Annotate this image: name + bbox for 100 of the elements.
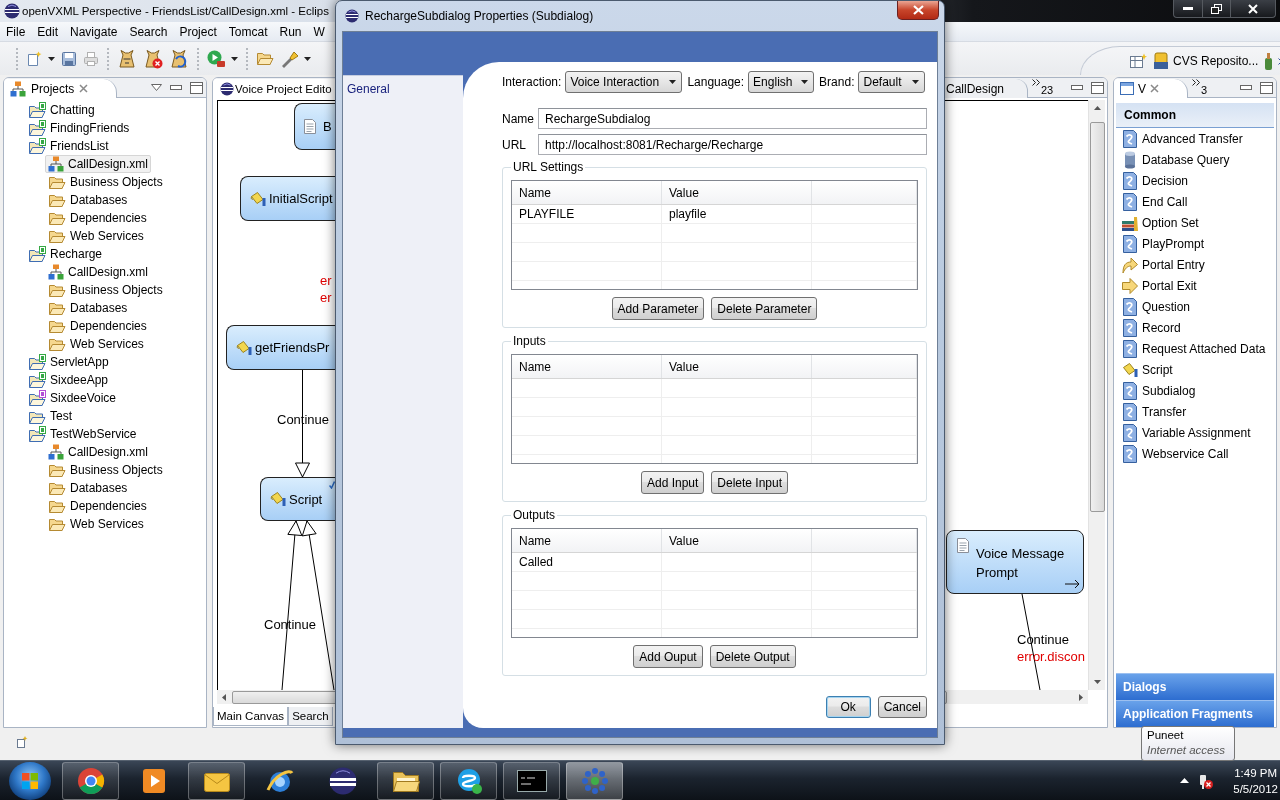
dialog-button[interactable]: Cancel xyxy=(877,696,927,718)
column-header[interactable]: Value xyxy=(662,355,812,378)
caret-up-icon[interactable] xyxy=(1093,106,1101,110)
page-tab[interactable]: Search xyxy=(288,707,333,726)
tree-item[interactable]: Web Services xyxy=(45,515,147,533)
cat-icon[interactable] xyxy=(117,48,137,69)
dialog-button[interactable]: Ok xyxy=(825,696,871,718)
caret-icon[interactable] xyxy=(304,56,311,61)
tree-item[interactable]: Databases xyxy=(45,191,131,209)
palette-item[interactable]: Subdialog xyxy=(1116,380,1274,401)
floppy-icon[interactable] xyxy=(61,50,77,67)
tree-item[interactable]: Business Objects xyxy=(45,461,166,479)
tree-item[interactable]: Test xyxy=(25,407,75,425)
torch-icon[interactable] xyxy=(280,49,298,68)
caret-right-icon[interactable] xyxy=(1079,693,1083,701)
restore-button[interactable] xyxy=(1203,0,1231,18)
text-field[interactable]: RechargeSubdialog xyxy=(538,108,927,129)
menu-item[interactable]: File xyxy=(0,24,32,39)
view-tab[interactable]: V xyxy=(1114,79,1188,98)
tree-item[interactable]: ServletApp xyxy=(25,353,112,371)
tree-item[interactable]: SixdeeVoice xyxy=(25,389,120,407)
cat-stop-icon[interactable] xyxy=(143,48,163,69)
tree-item[interactable]: Recharge xyxy=(25,245,106,263)
button[interactable]: Add Parameter xyxy=(611,297,705,320)
tree-item[interactable]: Web Services xyxy=(45,335,147,353)
dropdown[interactable]: English xyxy=(748,71,815,93)
tree-item[interactable]: FriendsList xyxy=(25,137,112,155)
tree-item[interactable]: CallDesign.xml xyxy=(45,155,152,173)
minimize-icon[interactable] xyxy=(1240,84,1252,91)
palette-item[interactable]: Script xyxy=(1116,359,1274,380)
more-tabs-button[interactable]: 23 xyxy=(1032,79,1054,96)
menu-item[interactable]: Run xyxy=(273,24,308,39)
column-header[interactable]: Name xyxy=(512,355,662,378)
tree-item[interactable]: Business Objects xyxy=(45,281,166,299)
tree-item[interactable]: Databases xyxy=(45,299,131,317)
tree-item[interactable]: CallDesign.xml xyxy=(45,443,152,461)
drawer-header[interactable]: Dialogs xyxy=(1116,673,1274,700)
palette-item[interactable]: Decision xyxy=(1116,170,1274,191)
perspective-button[interactable]: CVS Reposito... xyxy=(1153,52,1259,70)
network-icon[interactable] xyxy=(1197,772,1214,789)
palette-item[interactable]: Webservice Call xyxy=(1116,443,1274,464)
close-button[interactable] xyxy=(897,1,939,20)
palette-item[interactable]: Portal Exit xyxy=(1116,275,1274,296)
menu-item[interactable]: Tomcat xyxy=(222,24,274,39)
button[interactable]: Delete Input xyxy=(711,471,789,494)
maximize-icon[interactable] xyxy=(1091,81,1104,94)
taskbar-button[interactable] xyxy=(62,761,119,800)
tree-item[interactable]: TestWebService xyxy=(25,425,140,443)
column-header[interactable]: Name xyxy=(512,529,662,552)
scrollbar-thumb[interactable] xyxy=(1089,122,1105,512)
palette-item[interactable]: Question xyxy=(1116,296,1274,317)
menu-item[interactable]: W xyxy=(307,24,331,39)
text-field[interactable]: http://localhost:8081/Recharge/Recharge xyxy=(538,134,927,155)
page-tab[interactable]: Main Canvas xyxy=(213,707,289,726)
taskbar-button[interactable] xyxy=(503,761,560,800)
caret-icon[interactable] xyxy=(48,56,55,61)
vertical-scrollbar[interactable] xyxy=(1088,100,1105,690)
tree-item[interactable]: SixdeeApp xyxy=(25,371,112,389)
dropdown[interactable]: Voice Interaction xyxy=(565,71,683,93)
bottle-icon[interactable] xyxy=(1264,52,1273,70)
menu-item[interactable]: Project xyxy=(173,24,223,39)
palette-item[interactable]: PlayPrompt xyxy=(1116,233,1274,254)
view-tab[interactable]: Projects xyxy=(4,79,118,98)
open-folder-icon[interactable] xyxy=(256,51,274,66)
more-tabs-button[interactable]: 3 xyxy=(1192,79,1208,96)
palette-item[interactable]: Option Set xyxy=(1116,212,1274,233)
menu-item[interactable]: Edit xyxy=(31,24,65,39)
button[interactable]: Add Ouput xyxy=(633,645,703,668)
close-icon[interactable] xyxy=(1150,84,1159,93)
menu-item[interactable]: Navigate xyxy=(64,24,124,39)
maximize-icon[interactable] xyxy=(1260,81,1273,94)
palette-item[interactable]: Request Attached Data xyxy=(1116,338,1274,359)
column-header[interactable]: Value xyxy=(662,181,812,204)
start-button[interactable] xyxy=(9,761,51,800)
new-file-icon[interactable] xyxy=(26,50,42,67)
dropdown[interactable]: Default xyxy=(858,71,926,93)
caret-down-icon[interactable] xyxy=(1093,680,1101,684)
palette-item[interactable]: Advanced Transfer xyxy=(1116,128,1274,149)
taskbar-button[interactable] xyxy=(188,761,245,800)
drawer-header[interactable]: Application Fragments xyxy=(1116,700,1274,727)
button[interactable]: Delete Output xyxy=(709,645,796,668)
cat-refresh-icon[interactable] xyxy=(169,48,189,69)
palette-item[interactable]: End Call xyxy=(1116,191,1274,212)
table-plus-icon[interactable] xyxy=(1129,53,1147,69)
editor-tab[interactable]: CallDesign xyxy=(945,79,1028,98)
taskbar-button[interactable] xyxy=(377,761,434,800)
palette-item[interactable]: Transfer xyxy=(1116,401,1274,422)
tree-item[interactable]: Dependencies xyxy=(45,497,150,515)
view-menu-icon[interactable] xyxy=(151,84,162,91)
column-header[interactable]: Name xyxy=(512,181,662,204)
palette-item[interactable]: Record xyxy=(1116,317,1274,338)
caret-icon[interactable] xyxy=(231,56,238,61)
tree-item[interactable]: Business Objects xyxy=(45,173,166,191)
palette-item[interactable]: Portal Entry xyxy=(1116,254,1274,275)
taskbar-button[interactable] xyxy=(440,761,497,800)
palette-item[interactable]: Database Query xyxy=(1116,149,1274,170)
menu-item[interactable]: Search xyxy=(123,24,174,39)
button[interactable]: Add Input xyxy=(640,471,705,494)
window-sparkle-icon[interactable] xyxy=(17,736,28,748)
caret-left-icon[interactable] xyxy=(222,693,226,701)
